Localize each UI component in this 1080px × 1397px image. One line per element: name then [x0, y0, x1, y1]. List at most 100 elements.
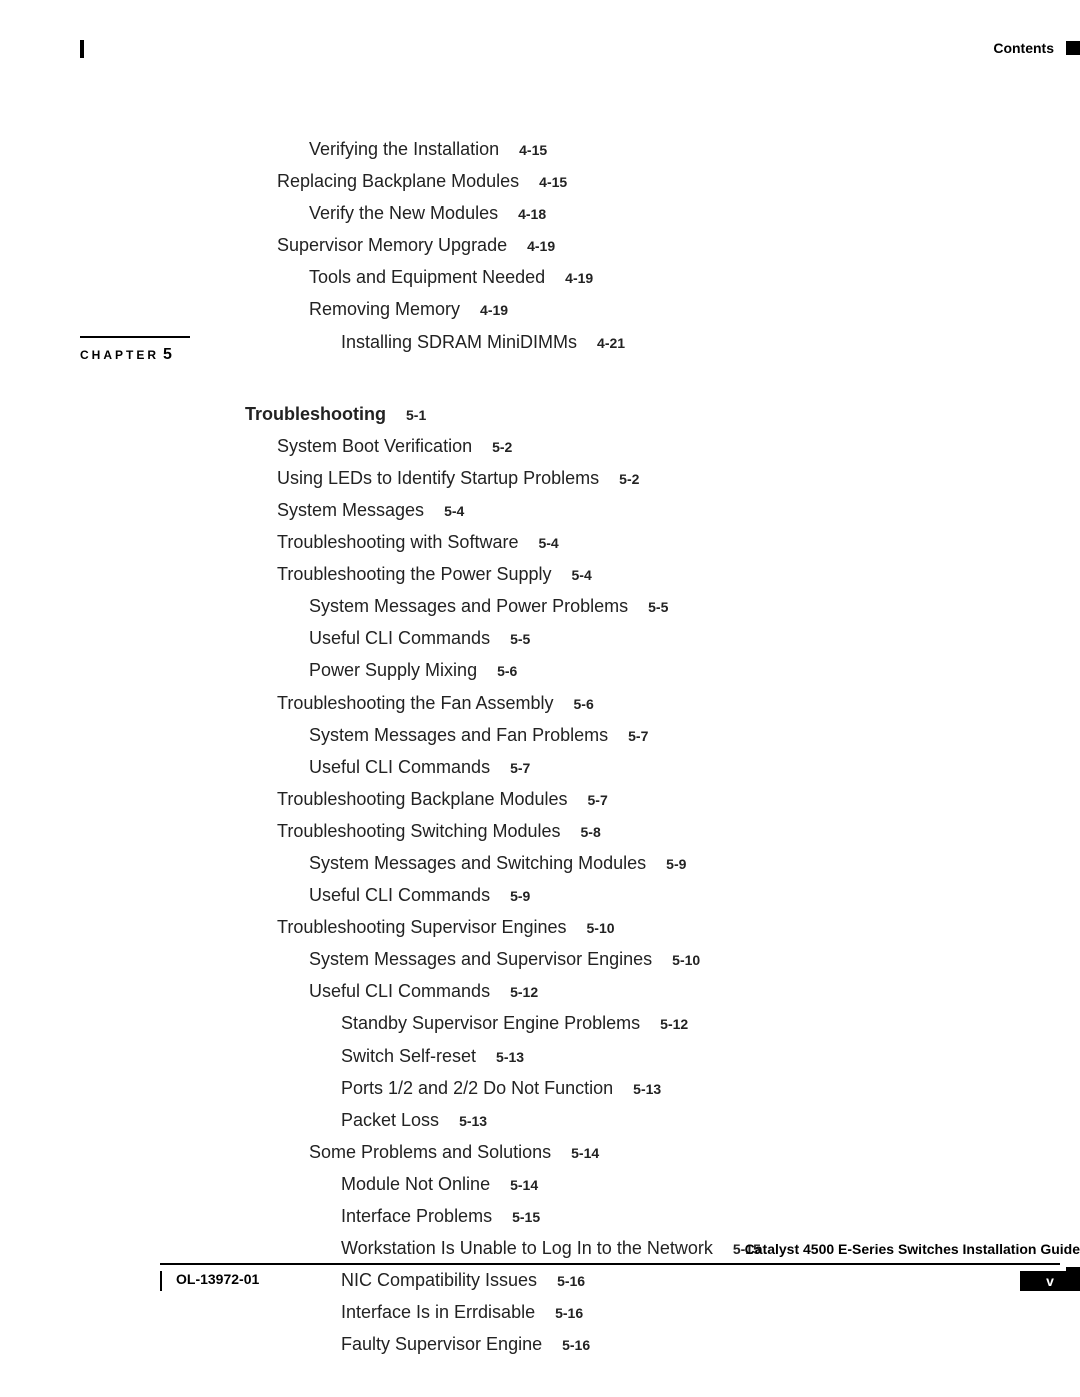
toc-entry-title: Useful CLI Commands: [309, 757, 490, 777]
toc-entry[interactable]: Verify the New Modules4-18: [309, 200, 1025, 226]
toc-entry[interactable]: Removing Memory 4-19: [309, 296, 1025, 322]
toc-entry-page: 5-6: [497, 663, 517, 679]
toc-entry-title: NIC Compatibility Issues: [341, 1270, 537, 1290]
toc-entry-title: Interface Problems: [341, 1206, 492, 1226]
toc-entry[interactable]: Useful CLI Commands 5-7: [309, 754, 1025, 780]
toc-entry-page: 5-16: [557, 1273, 585, 1289]
toc-entry[interactable]: Interface Problems 5-15: [341, 1203, 1025, 1229]
toc-entry-title: Troubleshooting the Power Supply: [277, 564, 552, 584]
toc-entry[interactable]: Module Not Online5-14: [341, 1171, 1025, 1197]
chapter-label: CHAPTER5: [80, 346, 172, 364]
toc-entry[interactable]: Useful CLI Commands 5-12: [309, 978, 1025, 1004]
toc-entry-title: Troubleshooting with Software: [277, 532, 518, 552]
toc-entry-page: 5-5: [648, 599, 668, 615]
toc-entry[interactable]: Troubleshooting Backplane Modules5-7: [277, 786, 1025, 812]
toc-entry-page: 5-9: [666, 856, 686, 872]
toc-entry-page: 5-10: [672, 952, 700, 968]
toc-entry-title: Faulty Supervisor Engine: [341, 1334, 542, 1354]
toc-entry-page: 4-19: [527, 238, 555, 254]
toc-entry[interactable]: Troubleshooting with Software5-4: [277, 529, 1025, 555]
toc-entry[interactable]: System Boot Verification 5-2: [277, 433, 1025, 459]
toc-entry-page: 5-2: [619, 471, 639, 487]
toc-entry-title: System Messages and Supervisor Engines: [309, 949, 652, 969]
toc-entry[interactable]: Troubleshooting5-1: [245, 401, 1025, 427]
toc-entry-page: 5-9: [510, 888, 530, 904]
toc-entry-title: Power Supply Mixing: [309, 660, 477, 680]
footer-left-bracket-icon: [160, 1271, 172, 1291]
toc-entry-title: System Messages and Switching Modules: [309, 853, 646, 873]
toc-entry[interactable]: Ports 1/2 and 2/2 Do Not Function5-13: [341, 1075, 1025, 1101]
toc-entry-title: Tools and Equipment Needed: [309, 267, 545, 287]
toc-entry-page: 4-21: [597, 335, 625, 351]
toc-entry-page: 5-13: [459, 1113, 487, 1129]
toc-entry[interactable]: System Messages and Power Problems 5-5: [309, 593, 1025, 619]
toc-entry-title: System Messages and Fan Problems: [309, 725, 608, 745]
toc-entry-page: 5-12: [510, 984, 538, 1000]
toc-entry-title: Troubleshooting Supervisor Engines: [277, 917, 567, 937]
toc-entry-title: Workstation Is Unable to Log In to the N…: [341, 1238, 713, 1258]
toc-entry-title: System Messages and Power Problems: [309, 596, 628, 616]
toc-entry-title: Troubleshooting the Fan Assembly: [277, 693, 554, 713]
toc-entry-page: 5-7: [628, 728, 648, 744]
toc-entry-page: 5-15: [512, 1209, 540, 1225]
toc-entry[interactable]: Installing SDRAM MiniDIMMs4-21: [341, 329, 1025, 355]
toc-entry-page: 5-6: [574, 696, 594, 712]
toc-entry-page: 5-7: [588, 792, 608, 808]
toc-entry-title: Removing Memory: [309, 299, 460, 319]
toc-entry[interactable]: System Messages and Switching Modules 5-9: [309, 850, 1025, 876]
toc-entry[interactable]: Troubleshooting the Fan Assembly 5-6: [277, 690, 1025, 716]
toc-entry[interactable]: System Messages and Fan Problems 5-7: [309, 722, 1025, 748]
toc-entry-title: Using LEDs to Identify Startup Problems: [277, 468, 599, 488]
toc-entry[interactable]: System Messages and Supervisor Engines 5-…: [309, 946, 1025, 972]
table-of-contents: Verifying the Installation4-15 Replacing …: [245, 136, 1025, 1363]
toc-entry[interactable]: Troubleshooting Supervisor Engines5-10: [277, 914, 1025, 940]
toc-entry-title: Switch Self-reset: [341, 1046, 476, 1066]
footer-rule: [160, 1263, 1060, 1265]
toc-entry-title: System Boot Verification: [277, 436, 472, 456]
toc-entry-page: 5-7: [510, 760, 530, 776]
toc-entry[interactable]: Verifying the Installation4-15: [309, 136, 1025, 162]
toc-entry[interactable]: Troubleshooting the Power Supply 5-4: [277, 561, 1025, 587]
toc-entry-page: 5-13: [496, 1049, 524, 1065]
toc-entry-page: 4-15: [539, 174, 567, 190]
chapter-number: 5: [163, 346, 172, 363]
toc-entry[interactable]: Tools and Equipment Needed 4-19: [309, 264, 1025, 290]
toc-entry-title: Verify the New Modules: [309, 203, 498, 223]
toc-entry[interactable]: Useful CLI Commands5-5: [309, 625, 1025, 651]
toc-entry-page: 5-13: [633, 1081, 661, 1097]
toc-entry[interactable]: Standby Supervisor Engine Problems5-12: [341, 1010, 1025, 1036]
toc-entry-title: Useful CLI Commands: [309, 981, 490, 1001]
footer-guide-title: Catalyst 4500 E-Series Switches Installa…: [745, 1241, 1080, 1257]
toc-entry-page: 5-16: [562, 1337, 590, 1353]
toc-entry-page: 5-8: [581, 824, 601, 840]
toc-entry-page: 5-1: [406, 407, 426, 423]
toc-entry[interactable]: Power Supply Mixing 5-6: [309, 657, 1025, 683]
toc-entry-title: Standby Supervisor Engine Problems: [341, 1013, 640, 1033]
toc-entry-title: System Messages: [277, 500, 424, 520]
toc-entry[interactable]: Troubleshooting Switching Modules 5-8: [277, 818, 1025, 844]
footer-document-id: OL-13972-01: [176, 1271, 259, 1287]
toc-entry-page: 5-5: [510, 631, 530, 647]
toc-entry-title: Troubleshooting Switching Modules: [277, 821, 561, 841]
toc-entry-title: Useful CLI Commands: [309, 885, 490, 905]
footer-page-number: v: [1020, 1271, 1080, 1291]
toc-entry[interactable]: NIC Compatibility Issues 5-16: [341, 1267, 1025, 1293]
toc-entry[interactable]: Faulty Supervisor Engine 5-16: [341, 1331, 1025, 1357]
toc-entry[interactable]: Packet Loss5-13: [341, 1107, 1025, 1133]
toc-entry[interactable]: System Messages5-4: [277, 497, 1025, 523]
toc-entry[interactable]: Supervisor Memory Upgrade 4-19: [277, 232, 1025, 258]
toc-entry[interactable]: Switch Self-reset 5-13: [341, 1043, 1025, 1069]
toc-entry-page: 5-2: [492, 439, 512, 455]
toc-entry-page: 4-19: [565, 270, 593, 286]
toc-entry[interactable]: Using LEDs to Identify Startup Problems 5…: [277, 465, 1025, 491]
toc-entry-page: 4-15: [519, 142, 547, 158]
section-gap: [245, 361, 1025, 401]
toc-entry[interactable]: Useful CLI Commands 5-9: [309, 882, 1025, 908]
toc-entry-page: 4-19: [480, 302, 508, 318]
toc-entry[interactable]: Interface Is in Errdisable5-16: [341, 1299, 1025, 1325]
toc-entry[interactable]: Replacing Backplane Modules4-15: [277, 168, 1025, 194]
toc-entry-title: Supervisor Memory Upgrade: [277, 235, 507, 255]
toc-entry-page: 5-4: [572, 567, 592, 583]
toc-entry[interactable]: Some Problems and Solutions5-14: [309, 1139, 1025, 1165]
toc-entry-title: Some Problems and Solutions: [309, 1142, 551, 1162]
